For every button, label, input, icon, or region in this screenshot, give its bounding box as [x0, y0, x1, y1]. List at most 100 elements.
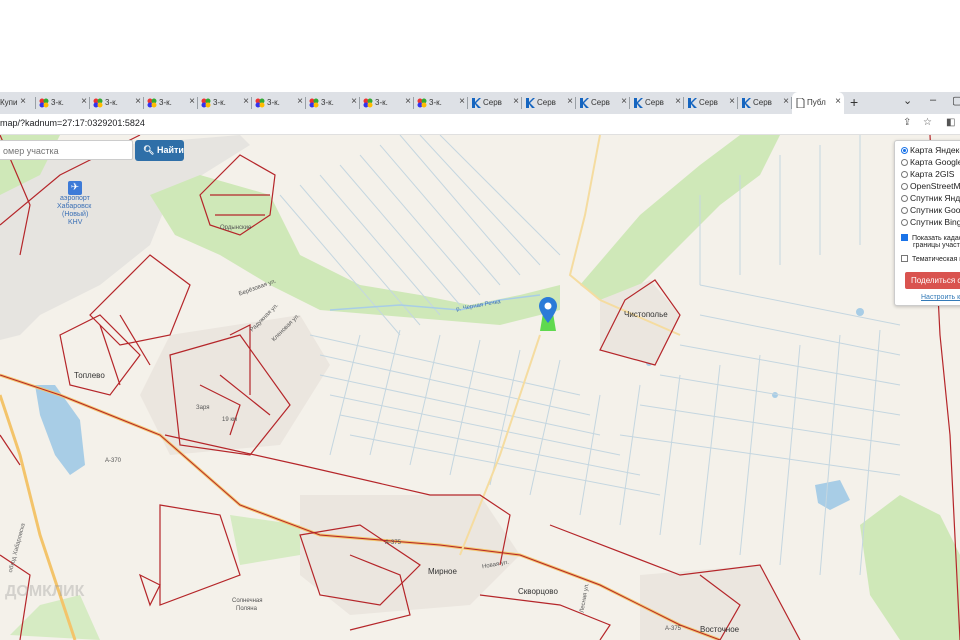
- label-vostochnoe: Восточное: [700, 625, 740, 634]
- share-link-button[interactable]: Поделиться ссылкой: [905, 272, 960, 289]
- layer-option-3[interactable]: OpenStreetMap: [901, 181, 960, 191]
- domclick-icon: [93, 98, 103, 108]
- label-a375-east: А-375: [665, 626, 682, 632]
- tab-0[interactable]: Купи ×: [0, 92, 36, 114]
- tab-close-icon[interactable]: ×: [621, 96, 627, 107]
- k-logo-icon: [633, 98, 643, 108]
- tab-5[interactable]: 3-к. ×: [252, 92, 306, 114]
- radio-button[interactable]: [901, 195, 908, 202]
- radio-button[interactable]: [901, 219, 908, 226]
- cadastral-number-input[interactable]: [0, 142, 132, 160]
- label-19km: 19 км: [222, 417, 238, 423]
- find-button[interactable]: 🔍︎ Найти: [135, 140, 184, 161]
- sidebar-icon[interactable]: ◧: [946, 117, 955, 128]
- tab-label: 3-к.: [429, 98, 442, 107]
- airplane-icon: ✈: [68, 181, 82, 195]
- tab-close-icon[interactable]: ×: [835, 96, 841, 107]
- radio-button[interactable]: [901, 207, 908, 214]
- domclick-icon: [417, 98, 427, 108]
- minimize-icon[interactable]: –: [930, 94, 936, 106]
- cadastre-label-line2: границы участков: [913, 242, 960, 249]
- layer-option-1[interactable]: Карта Google: [901, 157, 960, 167]
- tab-12[interactable]: Серв ×: [630, 92, 684, 114]
- tab-6[interactable]: 3-к. ×: [306, 92, 360, 114]
- tab-label: Серв: [699, 98, 718, 107]
- cadastre-checkbox[interactable]: [901, 234, 908, 241]
- layer-option-5[interactable]: Спутник Google: [901, 205, 960, 215]
- tab-close-icon[interactable]: ×: [783, 96, 789, 107]
- layer-option-2[interactable]: Карта 2GIS: [901, 169, 954, 179]
- map-pin-icon[interactable]: [539, 297, 557, 323]
- label-polyana: Поляна: [236, 606, 257, 612]
- tab-close-icon[interactable]: ×: [459, 96, 465, 107]
- tab-2[interactable]: 3-к. ×: [90, 92, 144, 114]
- tab-close-icon[interactable]: ×: [405, 96, 411, 107]
- cadastre-toggle[interactable]: Показать кадастровые: [901, 234, 960, 242]
- thematic-checkbox[interactable]: [901, 255, 908, 262]
- label-mirnoe: Мирное: [428, 567, 457, 576]
- tab-label: Серв: [537, 98, 556, 107]
- tab-close-icon[interactable]: ×: [513, 96, 519, 107]
- tab-label: Серв: [483, 98, 502, 107]
- k-logo-icon: [687, 98, 697, 108]
- tab-close-icon[interactable]: ×: [351, 96, 357, 107]
- configure-maps-link[interactable]: Настроить карты: [921, 294, 960, 301]
- tab-close-icon[interactable]: ×: [135, 96, 141, 107]
- lake-east: [815, 480, 850, 510]
- cadastral-search-box[interactable]: [0, 140, 133, 160]
- label-a370: А-370: [105, 458, 122, 464]
- layer-option-label: Спутник Яндекс: [910, 193, 960, 203]
- radio-button[interactable]: [901, 183, 908, 190]
- tab-close-icon[interactable]: ×: [189, 96, 195, 107]
- tab-1[interactable]: 3-к. ×: [36, 92, 90, 114]
- thematic-toggle[interactable]: Тематическая карта: [901, 255, 960, 263]
- bookmark-star-icon[interactable]: ☆: [923, 117, 932, 128]
- find-button-label: Найти: [156, 145, 184, 155]
- tab-close-icon[interactable]: ×: [243, 96, 249, 107]
- tab-10[interactable]: Серв ×: [522, 92, 576, 114]
- forest-southeast: [860, 495, 960, 640]
- url-text[interactable]: map/?kadnum=27:17:0329201:5824: [0, 118, 145, 128]
- tab-8[interactable]: 3-к. ×: [414, 92, 468, 114]
- tab-search-icon[interactable]: ⌄: [903, 94, 912, 107]
- address-bar[interactable]: map/?kadnum=27:17:0329201:5824 ⇪ ☆ ◧: [0, 114, 960, 135]
- browser-tab-bar: Купи × 3-к. × 3-к. × 3-к. × 3-к. × 3-к. × 3-к. × 3-к. ×…: [0, 92, 960, 114]
- tab-9[interactable]: Серв ×: [468, 92, 522, 114]
- map-canvas[interactable]: ✈ аэропорт Хабаровск (Новый) KHV Топлево…: [0, 135, 960, 640]
- layer-option-label: Карта Яндекс: [910, 145, 960, 155]
- search-icon: 🔍︎: [143, 145, 155, 155]
- tab-14[interactable]: Серв ×: [738, 92, 792, 114]
- tab-3[interactable]: 3-к. ×: [144, 92, 198, 114]
- layer-option-4[interactable]: Спутник Яндекс: [901, 193, 960, 203]
- tab-label: Серв: [753, 98, 772, 107]
- layer-option-label: Спутник Bing: [910, 217, 960, 227]
- tab-close-icon[interactable]: ×: [567, 96, 573, 107]
- layer-option-label: Спутник Google: [910, 205, 960, 215]
- tab-label: Серв: [591, 98, 610, 107]
- label-chistopole: Чистополье: [624, 310, 668, 319]
- tab-close-icon[interactable]: ×: [81, 96, 87, 107]
- tab-15[interactable]: Публ ×: [792, 92, 844, 114]
- tab-11[interactable]: Серв ×: [576, 92, 630, 114]
- k-logo-icon: [741, 98, 751, 108]
- tab-4[interactable]: 3-к. ×: [198, 92, 252, 114]
- radio-button[interactable]: [901, 159, 908, 166]
- tab-close-icon[interactable]: ×: [675, 96, 681, 107]
- tab-7[interactable]: 3-к. ×: [360, 92, 414, 114]
- tab-close-icon[interactable]: ×: [729, 96, 735, 107]
- new-tab-button[interactable]: +: [850, 94, 858, 110]
- radio-button[interactable]: [901, 171, 908, 178]
- tab-13[interactable]: Серв ×: [684, 92, 738, 114]
- document-icon: [795, 97, 805, 109]
- maximize-icon[interactable]: ▢: [952, 94, 960, 107]
- layer-option-0[interactable]: Карта Яндекс: [901, 145, 960, 155]
- label-solnechnaya: Солнечная: [232, 598, 263, 604]
- radio-button[interactable]: [901, 147, 908, 154]
- share-icon[interactable]: ⇪: [903, 117, 911, 128]
- layer-option-6[interactable]: Спутник Bing: [901, 217, 960, 227]
- tab-label: 3-к.: [51, 98, 64, 107]
- tab-close-icon[interactable]: ×: [20, 96, 26, 107]
- tab-close-icon[interactable]: ×: [297, 96, 303, 107]
- tab-label: 3-к.: [105, 98, 118, 107]
- tab-label: 3-к.: [213, 98, 226, 107]
